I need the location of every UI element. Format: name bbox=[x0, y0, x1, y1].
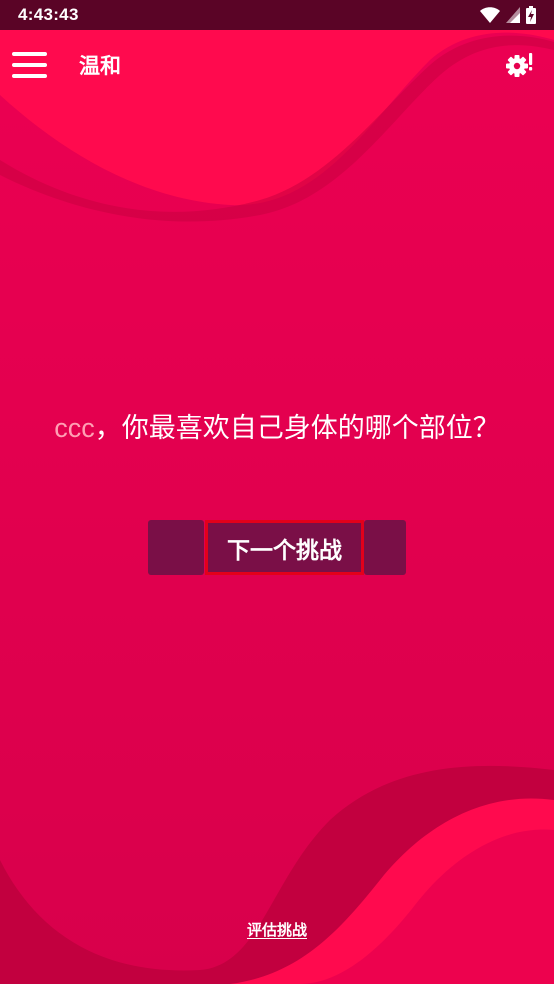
app-title: 温和 bbox=[79, 54, 121, 78]
settings-alert-icon[interactable] bbox=[505, 51, 535, 79]
extra-segment-button[interactable] bbox=[364, 520, 406, 575]
cellular-signal-icon bbox=[506, 7, 520, 23]
background-waves bbox=[0, 0, 554, 984]
rate-challenge-link[interactable]: 评估挑战 bbox=[0, 919, 554, 940]
previous-segment-button[interactable] bbox=[148, 520, 204, 575]
player-name: ccc bbox=[54, 413, 95, 443]
wifi-icon bbox=[480, 7, 500, 23]
challenge-question: ccc，你最喜欢自己身体的哪个部位？ bbox=[0, 408, 554, 449]
status-bar: 4:43:43 bbox=[0, 0, 554, 30]
hamburger-menu-icon[interactable] bbox=[12, 52, 48, 80]
battery-charging-icon bbox=[526, 6, 536, 24]
status-time: 4:43:43 bbox=[18, 5, 79, 24]
question-text: ，你最喜欢自己身体的哪个部位？ bbox=[94, 413, 500, 444]
next-challenge-button[interactable]: 下一个挑战 bbox=[205, 520, 364, 575]
rate-challenge-label[interactable]: 评估挑战 bbox=[247, 921, 307, 939]
status-icons bbox=[480, 6, 536, 24]
